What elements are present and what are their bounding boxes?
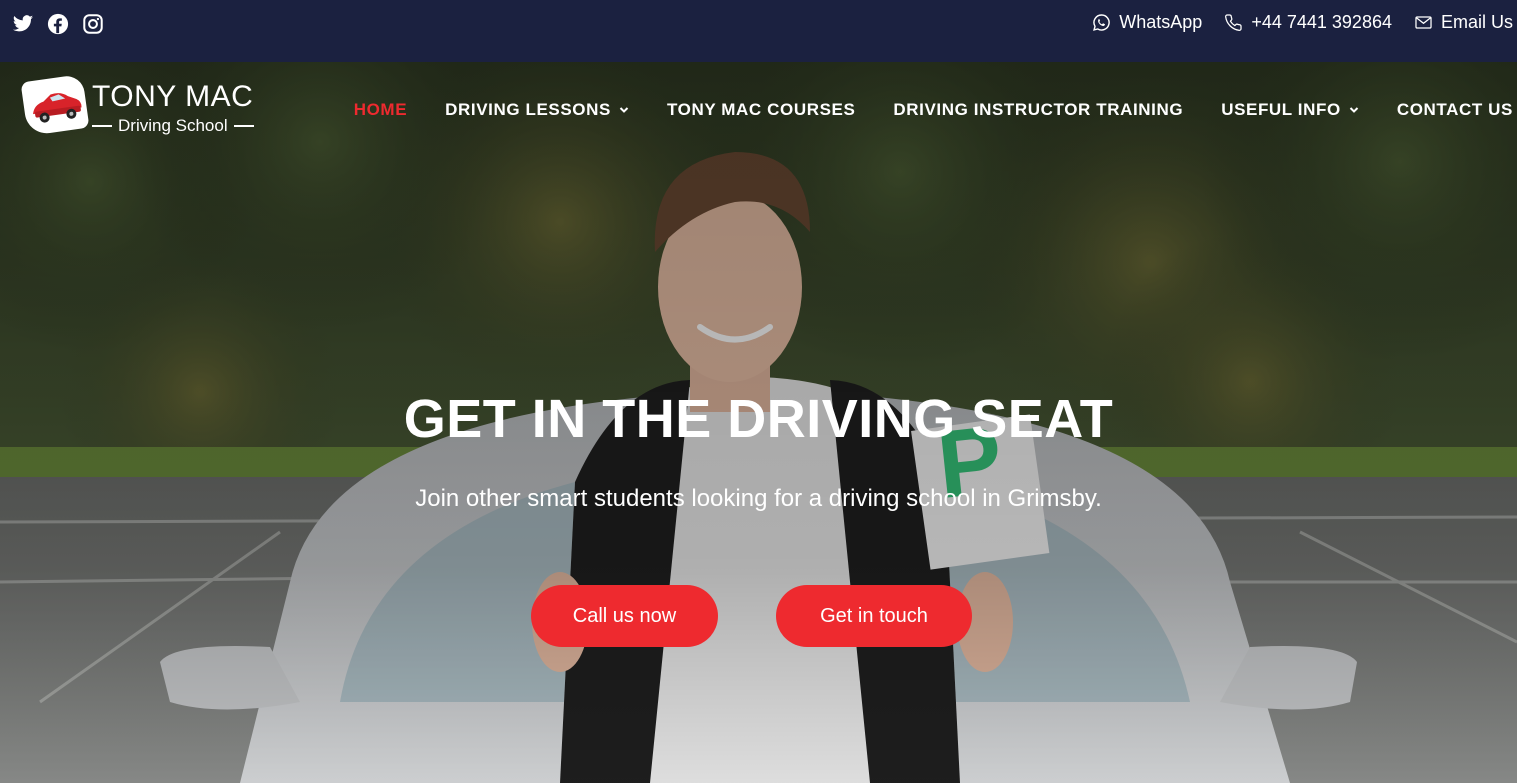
chevron-down-icon bbox=[1349, 107, 1359, 113]
call-us-now-button[interactable]: Call us now bbox=[531, 585, 718, 647]
main-nav: HOME DRIVING LESSONS TONY MAC COURSES DR… bbox=[354, 100, 1513, 120]
phone-link[interactable]: +44 7441 392864 bbox=[1224, 12, 1392, 33]
logo-badge bbox=[20, 73, 90, 137]
nav-item-tony-mac-courses[interactable]: TONY MAC COURSES bbox=[667, 100, 855, 120]
nav-label: DRIVING INSTRUCTOR TRAINING bbox=[893, 100, 1184, 119]
site-logo[interactable]: TONY MAC Driving School bbox=[20, 73, 264, 138]
nav-label: HOME bbox=[353, 100, 408, 119]
phone-label: +44 7441 392864 bbox=[1251, 12, 1392, 32]
nav-label: TONY MAC COURSES bbox=[666, 100, 856, 119]
mail-icon bbox=[1415, 16, 1432, 29]
social-links bbox=[12, 13, 104, 35]
nav-item-driving-lessons[interactable]: DRIVING LESSONS bbox=[445, 100, 629, 120]
car-icon bbox=[33, 93, 82, 123]
chevron-down-icon bbox=[619, 107, 629, 113]
logo-title: TONY MAC bbox=[92, 80, 254, 113]
phone-icon bbox=[1225, 14, 1242, 31]
nav-item-home[interactable]: HOME bbox=[354, 100, 407, 120]
whatsapp-icon bbox=[1093, 14, 1111, 31]
nav-item-contact-us[interactable]: CONTACT US bbox=[1397, 100, 1513, 120]
instagram-icon[interactable] bbox=[82, 13, 104, 35]
twitter-icon[interactable] bbox=[12, 13, 34, 35]
whatsapp-label: WhatsApp bbox=[1119, 12, 1203, 32]
logo-subtitle-row: Driving School bbox=[92, 116, 254, 136]
hero-title: GET IN THE DRIVING SEAT bbox=[403, 389, 1114, 449]
nav-item-driving-instructor-training[interactable]: DRIVING INSTRUCTOR TRAINING bbox=[893, 100, 1183, 120]
facebook-icon[interactable] bbox=[47, 13, 69, 35]
top-bar: WhatsApp +44 7441 392864 Email Us bbox=[0, 0, 1517, 62]
logo-subtitle: Driving School bbox=[118, 116, 228, 135]
contact-links: WhatsApp +44 7441 392864 Email Us bbox=[1092, 12, 1513, 33]
logo-divider bbox=[92, 125, 112, 127]
get-in-touch-button[interactable]: Get in touch bbox=[776, 585, 972, 647]
logo-divider bbox=[233, 125, 254, 127]
nav-label: CONTACT US bbox=[1396, 100, 1513, 119]
whatsapp-link[interactable]: WhatsApp bbox=[1092, 12, 1202, 33]
email-label: Email Us bbox=[1440, 12, 1513, 32]
hero-subtitle: Join other smart students looking for a … bbox=[415, 485, 1102, 512]
nav-label: DRIVING LESSONS bbox=[445, 100, 611, 119]
nav-item-useful-info[interactable]: USEFUL INFO bbox=[1221, 100, 1359, 120]
email-link[interactable]: Email Us bbox=[1414, 12, 1513, 33]
nav-label: USEFUL INFO bbox=[1221, 100, 1341, 119]
